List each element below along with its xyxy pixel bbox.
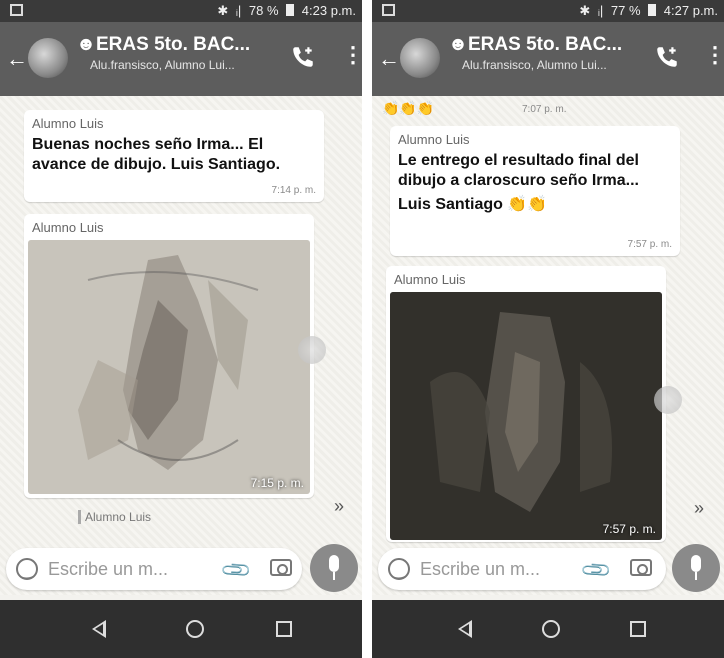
group-members: Alu.fransisco, Alumno Lui... bbox=[462, 58, 607, 72]
add-call-icon[interactable] bbox=[290, 44, 316, 70]
status-bar: ✱ ᵢ| 78 % 4:23 p.m. bbox=[0, 0, 362, 22]
composer-pill[interactable]: 📎 bbox=[6, 548, 302, 590]
message-sender: Alumno Luis bbox=[398, 132, 470, 147]
message-bubble[interactable]: Alumno Luis Le entrego el resultado fina… bbox=[390, 126, 680, 256]
emoji-icon[interactable] bbox=[388, 558, 410, 580]
chat-header: ← ☻ERAS 5to. BAC... Alu.fransisco, Alumn… bbox=[372, 22, 724, 96]
message-signature: Luis Santiago 👏👏 bbox=[398, 196, 548, 213]
screenshot-divider bbox=[362, 0, 372, 658]
group-avatar[interactable] bbox=[400, 38, 440, 78]
mic-button[interactable] bbox=[310, 544, 358, 592]
group-title[interactable]: ☻ERAS 5to. BAC... bbox=[448, 34, 622, 56]
status-time: 4:23 p.m. bbox=[301, 3, 356, 18]
message-sender: Alumno Luis bbox=[32, 220, 104, 235]
typing-indicator: Alumno Luis bbox=[78, 510, 151, 524]
message-text: Le entrego el resultado final del dibujo… bbox=[398, 152, 639, 189]
sketch-image bbox=[28, 240, 310, 494]
gallery-notification-icon bbox=[382, 4, 395, 16]
chiaroscuro-image bbox=[390, 292, 662, 540]
message-sender: Alumno Luis bbox=[32, 116, 104, 131]
message-sender: Alumno Luis bbox=[394, 272, 466, 287]
mic-button[interactable] bbox=[672, 544, 720, 592]
nav-recents-icon[interactable] bbox=[276, 621, 292, 637]
chat-area: Alumno Luis Buenas noches seño Irma... E… bbox=[0, 96, 362, 595]
nav-back-icon[interactable] bbox=[92, 620, 106, 638]
battery-icon bbox=[286, 4, 295, 16]
composer-bar: 📎 bbox=[0, 540, 362, 600]
group-avatar[interactable] bbox=[28, 38, 68, 78]
composer-pill[interactable]: 📎 bbox=[378, 548, 666, 590]
nav-home-icon[interactable] bbox=[542, 620, 560, 638]
message-text: Buenas noches seño Irma... El avance de … bbox=[32, 136, 281, 173]
right-phone-screenshot: ✱ ᵢ| 77 % 4:27 p.m. ← ☻ERAS 5to. BAC... … bbox=[372, 0, 724, 658]
nav-recents-icon[interactable] bbox=[630, 621, 646, 637]
attach-icon[interactable]: 📎 bbox=[219, 553, 254, 588]
chat-area: 👏👏👏 7:07 p. m. Alumno Luis Le entrego el… bbox=[372, 96, 724, 595]
back-arrow-icon[interactable]: ← bbox=[378, 46, 400, 72]
bluetooth-icon: ✱ bbox=[579, 3, 591, 18]
signal-icon: ᵢ| bbox=[597, 3, 604, 18]
add-call-icon[interactable] bbox=[654, 44, 680, 70]
chat-header: ← ☻ERAS 5to. BAC... Alu.fransisco, Alumn… bbox=[0, 22, 362, 96]
forward-icon[interactable] bbox=[298, 336, 326, 364]
drawing-photo[interactable]: 7:15 p. m. bbox=[28, 240, 310, 494]
group-emoji-icon: ☻ bbox=[76, 34, 96, 55]
nav-back-icon[interactable] bbox=[458, 620, 472, 638]
group-members: Alu.fransisco, Alumno Lui... bbox=[90, 58, 235, 72]
group-title[interactable]: ☻ERAS 5to. BAC... bbox=[76, 34, 250, 56]
back-arrow-icon[interactable]: ← bbox=[6, 46, 28, 72]
status-time: 4:27 p.m. bbox=[663, 3, 718, 18]
scroll-down-icon[interactable]: » bbox=[694, 498, 704, 519]
image-message-bubble[interactable]: Alumno Luis 7:15 p. m. bbox=[24, 214, 314, 498]
image-message-bubble[interactable]: Alumno Luis 7:57 p. m. bbox=[386, 266, 666, 542]
attach-icon[interactable]: 📎 bbox=[579, 553, 614, 588]
previous-message-emojis: 👏👏👏 bbox=[382, 100, 435, 116]
android-nav-bar bbox=[372, 600, 724, 658]
battery-percent: 77 % bbox=[610, 3, 641, 18]
battery-percent: 78 % bbox=[248, 3, 279, 18]
battery-icon bbox=[648, 4, 657, 16]
image-time: 7:57 p. m. bbox=[602, 522, 656, 536]
status-right: ✱ ᵢ| 77 % 4:27 p.m. bbox=[575, 3, 718, 19]
camera-icon[interactable] bbox=[270, 559, 292, 576]
status-right: ✱ ᵢ| 78 % 4:23 p.m. bbox=[213, 3, 356, 19]
camera-icon[interactable] bbox=[630, 559, 652, 576]
emoji-icon[interactable] bbox=[16, 558, 38, 580]
android-nav-bar bbox=[0, 600, 362, 658]
drawing-photo[interactable]: 7:57 p. m. bbox=[390, 292, 662, 540]
bluetooth-icon: ✱ bbox=[217, 3, 229, 18]
nav-home-icon[interactable] bbox=[186, 620, 204, 638]
overflow-menu-icon[interactable]: ⋮ bbox=[342, 42, 362, 68]
message-time: 7:14 p. m. bbox=[271, 185, 316, 196]
message-input[interactable] bbox=[420, 554, 570, 584]
image-time: 7:15 p. m. bbox=[250, 476, 304, 490]
previous-message-time: 7:07 p. m. bbox=[522, 104, 567, 115]
left-phone-screenshot: ✱ ᵢ| 78 % 4:23 p.m. ← ☻ERAS 5to. BAC... … bbox=[0, 0, 362, 658]
gallery-notification-icon bbox=[10, 4, 23, 16]
message-input[interactable] bbox=[48, 554, 198, 584]
overflow-menu-icon[interactable]: ⋮ bbox=[704, 42, 724, 68]
message-time: 7:57 p. m. bbox=[627, 239, 672, 250]
message-bubble[interactable]: Alumno Luis Buenas noches seño Irma... E… bbox=[24, 110, 324, 202]
status-bar: ✱ ᵢ| 77 % 4:27 p.m. bbox=[372, 0, 724, 22]
composer-bar: 📎 bbox=[372, 540, 724, 600]
group-emoji-icon: ☻ bbox=[448, 34, 468, 55]
signal-icon: ᵢ| bbox=[235, 3, 242, 18]
forward-icon[interactable] bbox=[654, 386, 682, 414]
scroll-down-icon[interactable]: » bbox=[334, 496, 344, 517]
